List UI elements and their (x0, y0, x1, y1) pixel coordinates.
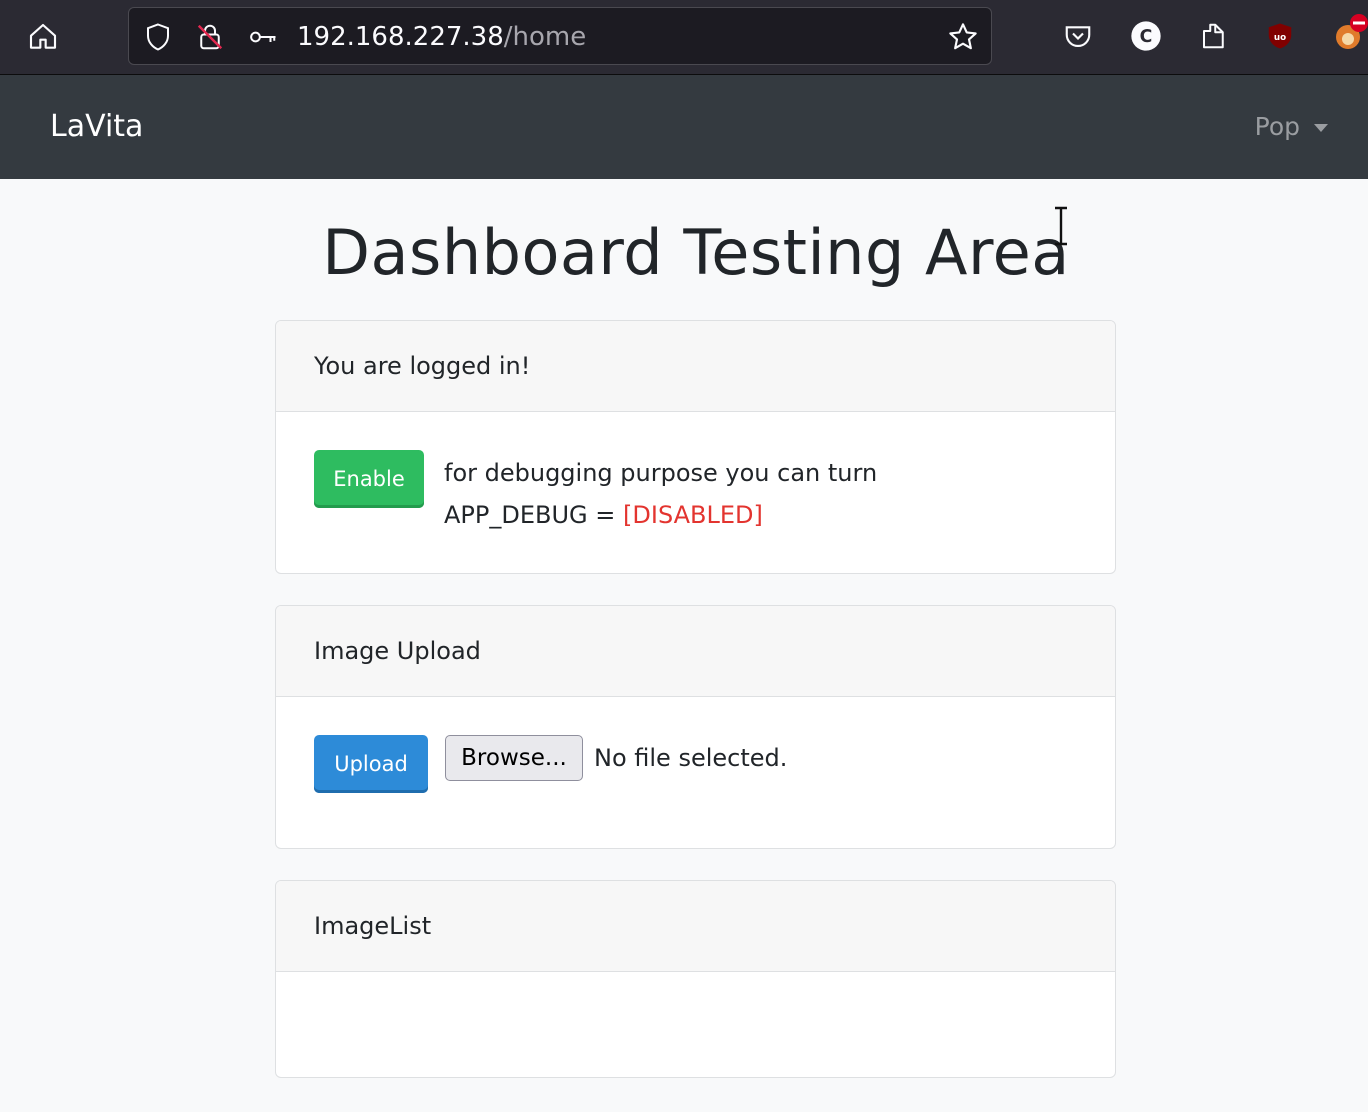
chevron-down-icon (1314, 124, 1328, 132)
user-dropdown[interactable]: Pop (1255, 75, 1328, 179)
imagelist-card-body (276, 972, 1115, 1077)
home-icon[interactable] (24, 18, 62, 56)
upload-button[interactable]: Upload (314, 735, 428, 793)
imagelist-card: ImageList (275, 880, 1116, 1078)
insecure-lock-icon[interactable] (193, 20, 227, 54)
text-cursor-icon (1052, 206, 1070, 246)
url-path: /home (503, 22, 587, 52)
imagelist-card-header: ImageList (276, 881, 1115, 972)
upload-card-body: Upload Browse... No file selected. (276, 697, 1115, 848)
debug-line-1: for debugging purpose you can turn (444, 459, 878, 487)
share-icon[interactable] (1196, 18, 1232, 54)
upload-card-header: Image Upload (276, 606, 1115, 697)
url-host: 192.168.227.38 (297, 22, 504, 52)
pocket-icon[interactable] (1060, 18, 1096, 54)
file-status: No file selected. (594, 744, 788, 772)
brand-link[interactable]: LaVita (50, 75, 143, 179)
ublock-icon[interactable]: uo (1262, 18, 1298, 54)
extension-icon[interactable] (1332, 12, 1368, 54)
login-card-header: You are logged in! (276, 321, 1115, 412)
svg-text:uo: uo (1274, 33, 1286, 43)
c-extension-icon[interactable]: C (1128, 18, 1164, 54)
shield-icon[interactable] (141, 20, 175, 54)
login-card: You are logged in! Enable for debugging … (275, 320, 1116, 574)
browser-toolbar: 192.168.227.38/home C uo (0, 0, 1368, 75)
browse-button[interactable]: Browse... (445, 735, 583, 781)
svg-text:C: C (1140, 27, 1153, 47)
enable-debug-button[interactable]: Enable (314, 450, 424, 508)
bookmark-star-icon[interactable] (945, 20, 981, 54)
user-name: Pop (1254, 112, 1300, 141)
login-card-body: Enable for debugging purpose you can tur… (276, 412, 1115, 573)
debug-message: for debugging purpose you can turn APP_D… (444, 452, 877, 536)
navbar: LaVita Pop (0, 75, 1368, 179)
url-bar[interactable]: 192.168.227.38/home (128, 7, 992, 65)
debug-line-2: APP_DEBUG = [DISABLED] (444, 494, 877, 536)
url-text[interactable]: 192.168.227.38/home (297, 8, 586, 66)
page-title: Dashboard Testing Area (322, 216, 1070, 289)
key-icon[interactable] (245, 20, 281, 54)
debug-status: [DISABLED] (623, 501, 763, 529)
upload-card: Image Upload Upload Browse... No file se… (275, 605, 1116, 849)
debug-variable-label: APP_DEBUG = (444, 501, 624, 529)
